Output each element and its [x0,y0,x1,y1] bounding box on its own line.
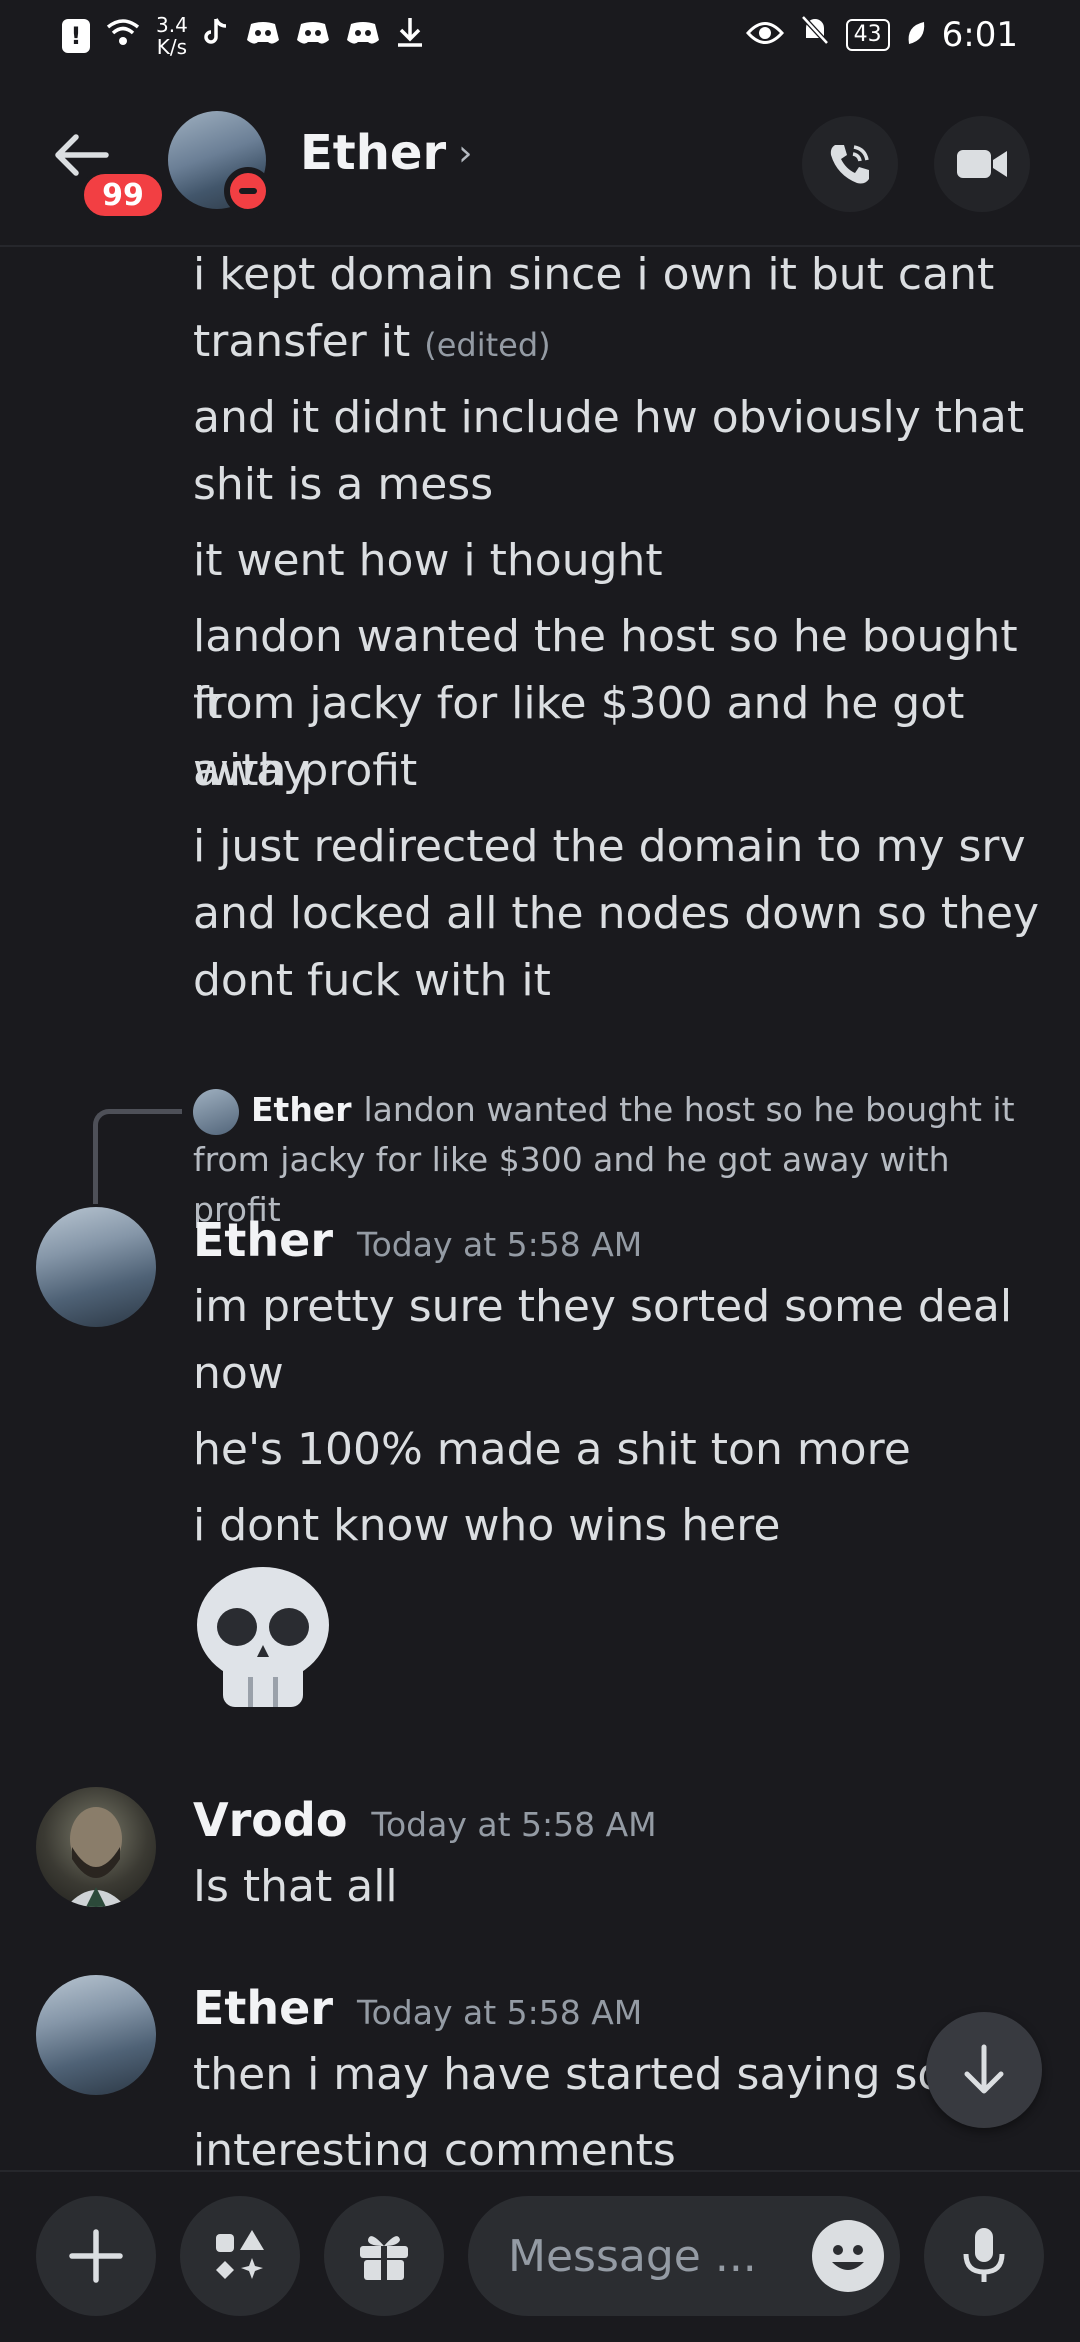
video-call-button[interactable] [934,116,1030,212]
jump-to-bottom-button[interactable] [926,2012,1042,2128]
alert-icon: ! [62,19,90,53]
wifi-icon [106,17,140,55]
apps-icon [216,2230,264,2279]
message-composer: Message ... [0,2170,1080,2342]
discord-notif-icon [346,19,380,54]
discord-notif-icon [296,19,330,54]
message-line: and it didnt include hw obviously that [193,392,1025,443]
message-line: Is that all [193,1861,398,1912]
author-name[interactable]: Vrodo [193,1793,347,1847]
message-header: Vrodo Today at 5:58 AM [193,1793,657,1847]
message-line: interesting comments [193,2125,676,2167]
dnd-status-icon [224,167,272,215]
avatar[interactable] [36,1787,156,1907]
eye-icon [745,15,784,55]
call-button[interactable] [802,116,898,212]
author-name[interactable]: Ether [193,1981,333,2035]
message-line: it went how i thought [193,535,663,586]
message-line: with profit [193,745,418,796]
gift-icon [360,2236,408,2280]
discord-notif-icon [246,19,280,54]
mic-icon [963,2228,1005,2282]
message-line: shit is a mess [193,459,494,510]
message-line: and locked all the nodes down so they [193,888,1040,939]
apps-button[interactable] [180,2196,300,2316]
emoji-icon [832,2245,864,2270]
timestamp: Today at 5:58 AM [371,1805,657,1844]
message-line: he's 100% made a shit ton more [193,1424,911,1475]
bell-muted-icon [800,14,830,55]
message-line: im pretty sure they sorted some deal [193,1281,1013,1332]
chevron-right-icon: › [458,132,473,174]
avatar [193,1088,239,1135]
video-icon [957,150,1007,178]
voice-message-button[interactable] [924,2196,1044,2316]
chat-header: 99 Ether › [0,75,1080,247]
message-line: dont fuck with it [193,955,551,1006]
edited-label: (edited) [424,326,551,364]
message-line: i dont know who wins here [193,1500,781,1551]
reply-preview[interactable]: Ether landon wanted the host so he bought… [193,1085,1033,1135]
net-speed: 3.4 K/s [156,13,188,59]
reply-author: Ether [251,1090,352,1129]
attach-button[interactable] [36,2196,156,2316]
timestamp: Today at 5:58 AM [357,1225,643,1264]
message-header: Ether Today at 5:58 AM [193,1981,642,2035]
arrow-down-icon [964,2044,1004,2094]
message-list[interactable]: i kept domain since i own it but cant tr… [0,247,1080,2167]
message-line: i just redirected the domain to my srv [193,821,1026,872]
avatar[interactable] [36,1207,156,1327]
reply-connector [93,1109,182,1204]
message-input[interactable]: Message ... [468,2196,900,2316]
message-line: transfer it (edited) [193,316,551,367]
skull-emoji [197,1567,329,1707]
call-icon [830,145,869,184]
message-line: then i may have started saying some [193,2049,1015,2100]
message-header: Ether Today at 5:58 AM [193,1213,642,1267]
avatar[interactable] [36,1975,156,2095]
message-line: i kept domain since i own it but cant [193,249,995,300]
channel-title[interactable]: Ether › [300,125,473,181]
battery-indicator: 43 [845,18,890,51]
status-bar: ! 3.4 K/s 43 6:01 [0,0,1080,75]
clock-time: 6:01 [941,14,1018,55]
plus-icon [69,2229,123,2283]
tiktok-icon [204,17,230,55]
download-icon [396,16,424,56]
author-name[interactable]: Ether [193,1213,333,1267]
leaf-icon [906,15,926,55]
emoji-button[interactable] [812,2220,884,2292]
unread-badge: 99 [80,170,166,220]
gift-button[interactable] [324,2196,444,2316]
message-line: now [193,1348,284,1399]
timestamp: Today at 5:58 AM [357,1993,643,2032]
